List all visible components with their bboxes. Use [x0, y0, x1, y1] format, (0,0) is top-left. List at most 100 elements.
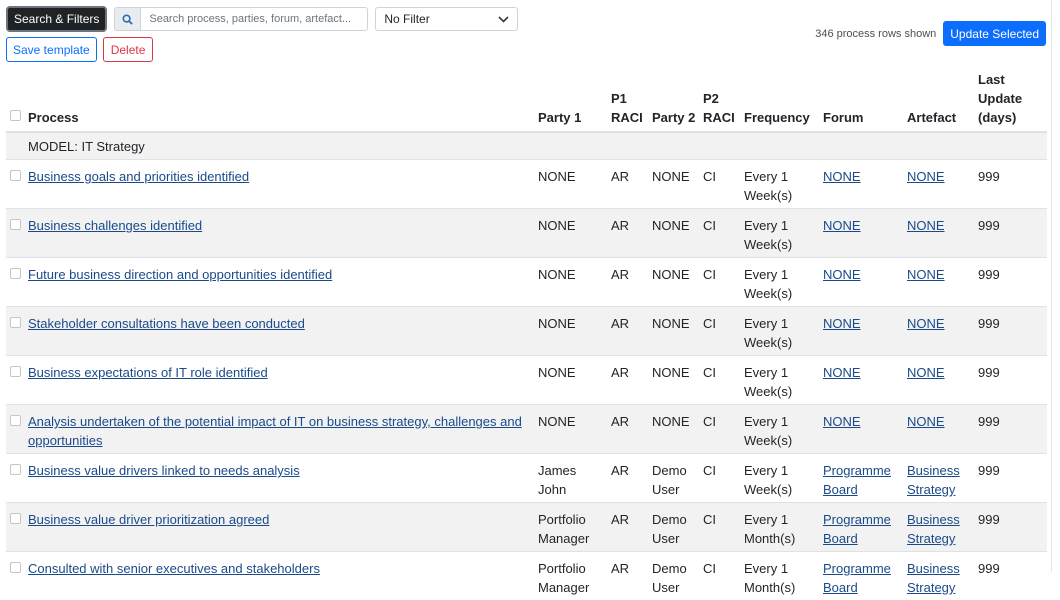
forum-cell-link[interactable]: ProgrammeBoard	[823, 463, 891, 497]
frequency-cell-line2: Week(s)	[744, 286, 792, 301]
process-cell-link[interactable]: Consulted with senior executives and sta…	[28, 561, 320, 576]
artefact-cell-link[interactable]: NONE	[907, 218, 945, 233]
process-cell-link[interactable]: Business value drivers linked to needs a…	[28, 463, 300, 478]
search-group	[114, 7, 368, 31]
forum-cell: NONE	[821, 405, 905, 454]
col-forum[interactable]: Forum	[821, 70, 905, 132]
process-cell: Business value drivers linked to needs a…	[26, 454, 536, 503]
artefact-cell-line1: Business	[907, 512, 960, 527]
filter-select[interactable]: No Filter	[375, 7, 518, 31]
p1raci-cell-text: AR	[611, 463, 629, 478]
process-cell-link[interactable]: Business value driver prioritization agr…	[28, 512, 269, 527]
artefact-cell-link[interactable]: BusinessStrategy	[907, 512, 960, 546]
process-cell-link[interactable]: Business goals and priorities identified	[28, 169, 249, 184]
artefact-cell-link[interactable]: NONE	[907, 267, 945, 282]
model-group-row: MODEL: IT Strategy	[6, 132, 1047, 160]
last-update-cell: 999	[976, 258, 1047, 307]
party1-cell-text: NONE	[538, 365, 576, 380]
p2raci-cell: CI	[701, 405, 742, 454]
p1raci-cell-text: AR	[611, 316, 629, 331]
party2-cell: Demo User	[650, 552, 701, 600]
party1-cell: NONE	[536, 307, 609, 356]
artefact-cell-link[interactable]: NONE	[907, 316, 945, 331]
col-p2raci[interactable]: P2RACI	[701, 70, 742, 132]
row-checkbox[interactable]	[10, 317, 21, 328]
forum-cell-link[interactable]: NONE	[823, 414, 861, 429]
forum-cell-link[interactable]: NONE	[823, 218, 861, 233]
search-input[interactable]	[140, 7, 368, 31]
forum-cell-link[interactable]: ProgrammeBoard	[823, 561, 891, 595]
frequency-cell-text: Every 1Week(s)	[744, 463, 792, 497]
forum-cell: ProgrammeBoard	[821, 503, 905, 552]
row-checkbox[interactable]	[10, 415, 21, 426]
last-update-cell: 999	[976, 307, 1047, 356]
col-artefact[interactable]: Artefact	[905, 70, 976, 132]
p2raci-cell: CI	[701, 454, 742, 503]
col-process[interactable]: Process	[26, 70, 536, 132]
forum-cell-line1: NONE	[823, 218, 861, 233]
col-p1raci-line1: P1	[611, 91, 627, 106]
col-party1[interactable]: Party 1	[536, 70, 609, 132]
delete-button[interactable]: Delete	[103, 37, 154, 62]
last-update-cell-text: 999	[978, 316, 1000, 331]
party2-cell-text: NONE	[652, 218, 690, 233]
row-select-cell	[6, 454, 26, 503]
save-template-button[interactable]: Save template	[6, 37, 97, 62]
forum-cell-link[interactable]: NONE	[823, 169, 861, 184]
artefact-cell-link[interactable]: NONE	[907, 169, 945, 184]
process-cell-link[interactable]: Future business direction and opportunit…	[28, 267, 332, 282]
frequency-cell-line2: Week(s)	[744, 188, 792, 203]
artefact-cell-link[interactable]: NONE	[907, 414, 945, 429]
process-cell-link[interactable]: Analysis undertaken of the potential imp…	[28, 414, 522, 448]
frequency-cell-text: Every 1Week(s)	[744, 169, 792, 203]
frequency-cell: Every 1Week(s)	[742, 209, 821, 258]
row-select-cell	[6, 503, 26, 552]
party1-cell: NONE	[536, 209, 609, 258]
party1-cell-text: NONE	[538, 316, 576, 331]
col-last-update[interactable]: LastUpdate(days)	[976, 70, 1047, 132]
scrollbar[interactable]	[1051, 0, 1060, 572]
last-update-cell: 999	[976, 160, 1047, 209]
last-update-cell-text: 999	[978, 463, 1000, 478]
frequency-cell-line2: Week(s)	[744, 384, 792, 399]
row-checkbox[interactable]	[10, 464, 21, 475]
forum-cell-link[interactable]: NONE	[823, 316, 861, 331]
artefact-cell: BusinessStrategy	[905, 552, 976, 600]
forum-cell-line2: Board	[823, 482, 858, 497]
frequency-cell-line2: Week(s)	[744, 433, 792, 448]
frequency-cell-line1: Every 1	[744, 512, 788, 527]
row-checkbox[interactable]	[10, 219, 21, 230]
artefact-cell-link[interactable]: BusinessStrategy	[907, 561, 960, 595]
forum-cell-link[interactable]: NONE	[823, 267, 861, 282]
forum-cell-link[interactable]: ProgrammeBoard	[823, 512, 891, 546]
search-filters-button[interactable]: Search & Filters	[6, 6, 107, 32]
search-icon[interactable]	[114, 7, 140, 31]
row-checkbox[interactable]	[10, 170, 21, 181]
party2-cell: NONE	[650, 307, 701, 356]
artefact-cell-link[interactable]: BusinessStrategy	[907, 463, 960, 497]
artefact-cell-line1: NONE	[907, 169, 945, 184]
last-update-cell: 999	[976, 454, 1047, 503]
p1raci-cell: AR	[609, 258, 650, 307]
col-party2[interactable]: Party 2	[650, 70, 701, 132]
col-p1raci[interactable]: P1RACI	[609, 70, 650, 132]
forum-cell-link[interactable]: NONE	[823, 365, 861, 380]
frequency-cell-line1: Every 1	[744, 463, 788, 478]
forum-cell: NONE	[821, 209, 905, 258]
select-all-checkbox[interactable]	[10, 110, 21, 121]
frequency-cell: Every 1Week(s)	[742, 454, 821, 503]
process-cell-link[interactable]: Business challenges identified	[28, 218, 202, 233]
col-frequency[interactable]: Frequency	[742, 70, 821, 132]
update-selected-button[interactable]: Update Selected	[943, 21, 1046, 46]
col-p2raci-line1: P2	[703, 91, 719, 106]
process-cell-link[interactable]: Stakeholder consultations have been cond…	[28, 316, 305, 331]
row-checkbox[interactable]	[10, 268, 21, 279]
process-cell-link[interactable]: Business expectations of IT role identif…	[28, 365, 268, 380]
table-row: Analysis undertaken of the potential imp…	[6, 405, 1047, 454]
artefact-cell-link[interactable]: NONE	[907, 365, 945, 380]
row-checkbox[interactable]	[10, 513, 21, 524]
table-row: Consulted with senior executives and sta…	[6, 552, 1047, 600]
row-checkbox[interactable]	[10, 366, 21, 377]
row-checkbox[interactable]	[10, 562, 21, 573]
forum-cell: NONE	[821, 356, 905, 405]
